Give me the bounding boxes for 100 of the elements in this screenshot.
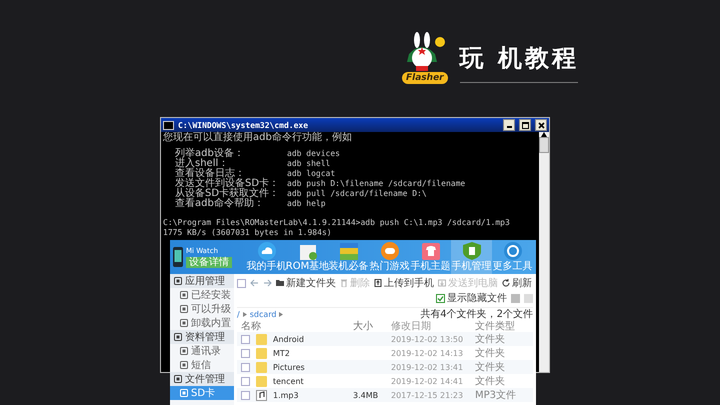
row-checkbox[interactable] — [241, 348, 250, 358]
nav-tab[interactable]: 手机主题 — [410, 240, 451, 274]
column-header[interactable]: 大小 — [353, 319, 391, 333]
breadcrumb-link[interactable]: sdcard — [250, 310, 276, 318]
file-row[interactable]: tencent 2019-12-02 14:41 文件夹 — [237, 374, 533, 388]
file-date: 2019-12-02 13:41 — [391, 362, 464, 372]
sidebar-item[interactable]: 资料管理 — [170, 330, 234, 344]
console-text: C:\Program Files\ROMasterLab\4.1.9.21144>adb push C:\1.mp3 /sdcard/1.mp3 — [163, 218, 511, 228]
row-checkbox[interactable] — [241, 376, 250, 386]
file-type: 文件夹 — [475, 332, 506, 346]
shirt-icon — [420, 242, 440, 260]
file-size: 3.4MB — [353, 390, 380, 400]
console-text: 查看设备日志： — [175, 169, 246, 179]
music-file-icon — [256, 390, 267, 400]
cloud-icon — [256, 242, 276, 260]
sidebar-item[interactable]: 可以升级 — [170, 302, 234, 316]
console-icon — [163, 120, 174, 130]
column-header[interactable]: 名称 — [237, 319, 353, 333]
file-name: Android — [273, 334, 304, 344]
file-name: Pictures — [273, 362, 305, 372]
column-header[interactable]: 文件类型 — [475, 319, 531, 333]
sidebar-item[interactable]: 文件管理 — [170, 372, 234, 386]
nav-tab[interactable]: 我的手机 — [246, 240, 287, 274]
column-header[interactable]: 修改日期 — [391, 319, 475, 333]
scroll-thumb[interactable] — [539, 137, 549, 153]
nav-tab[interactable]: ROM基地 — [287, 240, 328, 274]
select-all-checkbox[interactable] — [237, 278, 246, 288]
console-text: 从设备SD卡获取文件： — [175, 189, 280, 199]
checkmark-icon — [437, 294, 444, 302]
file-type: 文件夹 — [475, 360, 506, 374]
window-title: C:\WINDOWS\system32\cmd.exe — [178, 120, 310, 130]
console-text: 查看adb命令帮助： — [175, 199, 265, 209]
refresh-icon — [502, 279, 510, 287]
row-checkbox[interactable] — [241, 362, 250, 372]
file-row[interactable]: Android 2019-12-02 13:50 文件夹 — [237, 332, 533, 346]
console-text: 发送文件到设备SD卡： — [175, 179, 280, 189]
up-arrow-icon[interactable] — [541, 132, 547, 137]
sidebar-item[interactable]: 短信 — [170, 358, 234, 372]
chevron-icon — [242, 312, 247, 316]
stack-icon — [338, 242, 358, 260]
sidebar-item[interactable]: 卸载内置 — [170, 316, 234, 330]
file-name: tencent — [273, 376, 304, 386]
close-icon — [538, 122, 544, 128]
folder-icon — [256, 334, 267, 344]
file-name: MT2 — [273, 348, 290, 358]
file-count: 共有4个文件夹，2个文件 — [420, 308, 533, 320]
sidebar-item[interactable]: SD卡 — [170, 386, 234, 400]
console-text: adb help — [287, 199, 327, 209]
forward-icon[interactable] — [263, 279, 272, 287]
nav-tab[interactable]: 更多工具 — [492, 240, 533, 274]
console-text: 您现在可以直接使用adb命令行功能，例如 — [163, 133, 353, 143]
file-row[interactable]: Pictures 2019-12-02 13:41 文件夹 — [237, 360, 533, 374]
file-date: 2019-12-02 14:13 — [391, 348, 464, 358]
file-date: 2019-12-02 13:50 — [391, 334, 464, 344]
file-date: 2019-12-02 14:41 — [391, 376, 464, 386]
console-text: adb logcat — [287, 169, 336, 179]
chevron-icon — [279, 312, 284, 316]
minimize-button[interactable] — [503, 119, 515, 131]
maximize-button[interactable] — [519, 119, 531, 131]
shield-icon — [462, 242, 482, 260]
file-type: 文件夹 — [475, 374, 506, 388]
row-checkbox[interactable] — [241, 390, 250, 400]
file-row[interactable]: MT2 2019-12-02 14:13 文件夹 — [237, 346, 533, 360]
folder-icon — [276, 279, 284, 287]
toolbar-button[interactable]: 上传到手机 — [374, 276, 434, 290]
upload-icon — [374, 279, 382, 287]
file-type: MP3文件 — [475, 388, 518, 402]
grid-view-icon[interactable] — [524, 294, 533, 302]
toolbar-button[interactable]: 刷新 — [502, 276, 532, 290]
list-view-icon[interactable] — [511, 294, 520, 302]
breadcrumb-link[interactable]: / — [237, 310, 240, 318]
folder-icon — [256, 348, 267, 358]
sidebar-item[interactable]: 已经安装 — [170, 288, 234, 302]
download-icon — [438, 279, 446, 287]
console-text: 进入shell： — [175, 159, 228, 169]
phone-icon — [173, 247, 183, 267]
console-text: adb pull /sdcard/filename D:\ — [287, 189, 428, 199]
console-text: adb push D:\filename /sdcard/filename — [287, 179, 466, 189]
toolbar-button[interactable]: 新建文件夹 — [276, 276, 336, 290]
sidebar-item[interactable]: 应用管理 — [170, 274, 234, 288]
file-date: 2017-12-15 21:23 — [391, 390, 464, 400]
console-text: adb devices — [287, 149, 341, 159]
logo-badge: Flasher — [402, 72, 448, 84]
row-checkbox[interactable] — [241, 334, 250, 344]
folder-icon — [256, 376, 267, 386]
file-row[interactable]: 1.mp3 3.4MB 2017-12-15 21:23 MP3文件 — [237, 388, 533, 402]
console-text: 列举adb设备： — [175, 149, 245, 159]
close-button[interactable] — [535, 119, 547, 131]
file-name: 1.mp3 — [273, 390, 299, 400]
console-text: 1775 KB/s (3607031 bytes in 1.984s) — [163, 228, 333, 238]
folder-icon — [256, 362, 267, 372]
show-hidden-checkbox[interactable]: 显示隐藏文件 — [436, 291, 507, 305]
back-icon[interactable] — [250, 279, 259, 287]
scrollbar[interactable] — [539, 132, 549, 372]
nav-tab[interactable]: 热门游戏 — [369, 240, 410, 274]
nav-tab[interactable]: 装机必备 — [328, 240, 369, 274]
sidebar-item[interactable]: 通讯录 — [170, 344, 234, 358]
slide-title: 玩 机教程 — [460, 42, 579, 74]
file-type: 文件夹 — [475, 346, 506, 360]
console-text: adb shell — [287, 159, 332, 169]
